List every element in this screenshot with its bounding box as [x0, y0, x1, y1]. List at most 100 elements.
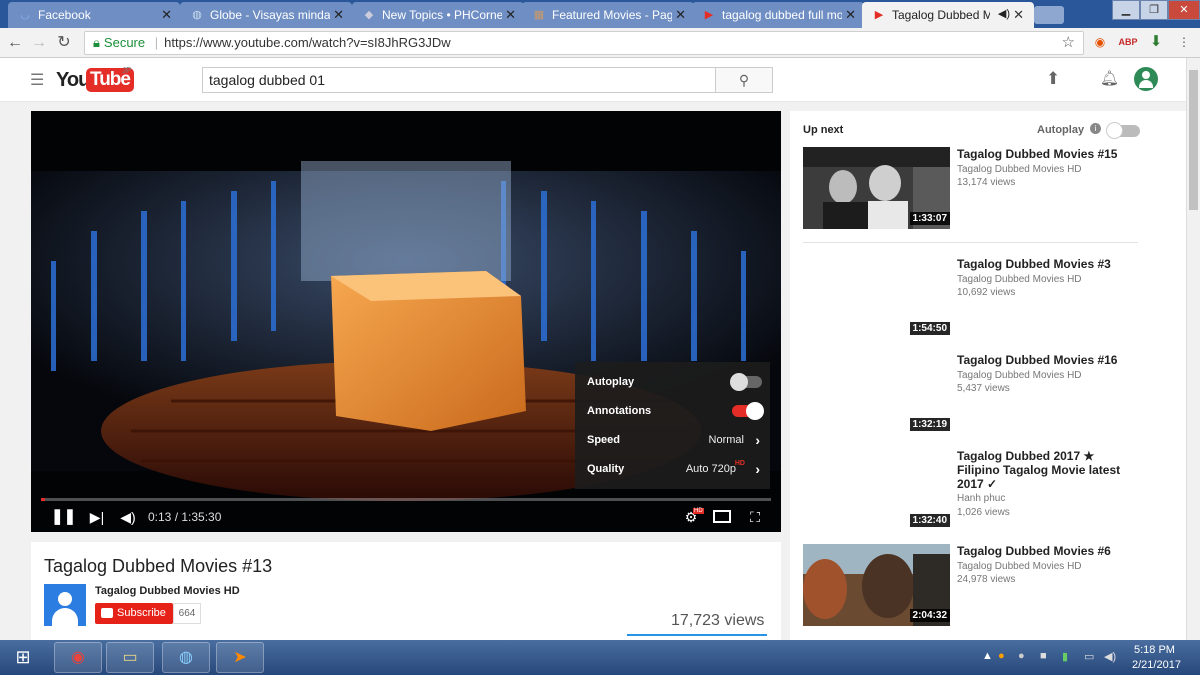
video-thumbnail[interactable]: 1:33:07 [803, 147, 950, 229]
tab-facebook[interactable]: ◡ Facebook ✕ [8, 2, 180, 28]
extension-adblock-icon[interactable]: ABP [1118, 32, 1138, 52]
settings-autoplay-row[interactable]: Autoplay [587, 371, 762, 393]
theater-mode-icon[interactable] [713, 510, 731, 523]
tray-expand-icon[interactable]: ▲ [982, 650, 993, 662]
pause-icon[interactable]: ❚❚ [51, 507, 76, 527]
video-title[interactable]: Tagalog Dubbed Movies #15 [957, 147, 1132, 161]
fullscreen-icon[interactable]: ⛶ [744, 507, 766, 527]
taskbar-app[interactable]: ➤ [216, 642, 264, 673]
channel-avatar[interactable] [44, 584, 86, 626]
view-count: 10,692 views [957, 287, 1016, 298]
taskbar-internet-explorer[interactable]: ◍ [162, 642, 210, 673]
video-title[interactable]: Tagalog Dubbed Movies #3 [957, 257, 1132, 271]
tab-phcorner[interactable]: ◆ New Topics • PHCorner ✕ [352, 2, 524, 28]
list-item[interactable]: 1:33:07 Tagalog Dubbed Movies #15 Tagalo… [803, 147, 1173, 237]
channel-name[interactable]: Tagalog Dubbed Movies HD [95, 585, 240, 597]
settings-speed-label: Speed [587, 434, 621, 446]
subscribe-label: Subscribe [117, 607, 166, 619]
tab-youtube-search[interactable]: ▶ tagalog dubbed full mo ✕ [692, 2, 864, 28]
network-icon[interactable]: ▮ [1062, 650, 1068, 663]
volume-icon[interactable]: ◀) [1104, 650, 1116, 663]
video-thumbnail[interactable]: 1:32:19 [803, 353, 950, 435]
next-icon[interactable]: ▶| [87, 507, 107, 527]
info-icon[interactable]: i [1090, 123, 1101, 134]
new-tab-button[interactable] [1034, 6, 1064, 24]
search-button[interactable]: ⚲ [715, 67, 773, 93]
taskbar-clock-date[interactable]: 2/21/2017 [1132, 659, 1181, 671]
video-info-panel: Tagalog Dubbed Movies #13 Tagalog Dubbed… [31, 542, 781, 642]
tab-title: Featured Movies - Page [552, 8, 672, 22]
close-icon[interactable]: ✕ [161, 7, 172, 23]
list-item[interactable]: 1:32:40 Tagalog Dubbed 2017 ★ Filipino T… [803, 449, 1173, 531]
view-count: 1,026 views [957, 507, 1010, 518]
video-title[interactable]: Tagalog Dubbed Movies #16 [957, 353, 1132, 367]
notifications-bell-icon[interactable]: 🔔︎ [1100, 69, 1119, 87]
scrollbar-thumb[interactable] [1189, 70, 1198, 210]
close-icon[interactable]: ✕ [333, 7, 344, 23]
close-icon[interactable]: ✕ [675, 7, 686, 23]
subscriber-count: 664 [173, 603, 201, 624]
settings-quality-row[interactable]: Quality Auto 720p HD › [587, 458, 762, 480]
chrome-icon: ◉ [71, 649, 85, 666]
browser-toolbar: ← → ↻ 🔒︎ Secure | https://www.youtube.com/… [0, 28, 1200, 58]
reload-icon[interactable]: ↻ [53, 32, 75, 54]
tray-app-icon[interactable]: ■ [1040, 650, 1047, 662]
close-window-button[interactable]: ✕ [1168, 0, 1200, 20]
bookmark-star-icon[interactable]: ☆ [1062, 32, 1075, 54]
volume-icon[interactable]: ◀) [117, 507, 139, 527]
minimize-button[interactable]: ▁ [1112, 0, 1140, 20]
maximize-button[interactable]: ❐ [1140, 0, 1168, 20]
tray-app-icon[interactable]: ● [998, 650, 1005, 662]
settings-annotations-row[interactable]: Annotations [587, 400, 764, 422]
back-icon[interactable]: ← [4, 32, 26, 54]
settings-annotations-label: Annotations [587, 405, 652, 417]
address-bar[interactable]: 🔒︎ Secure | https://www.youtube.com/watch?… [84, 31, 1084, 55]
list-item[interactable]: 1:54:50 Tagalog Dubbed Movies #3 Tagalog… [803, 257, 1173, 339]
list-item[interactable]: 1:32:19 Tagalog Dubbed Movies #16 Tagalo… [803, 353, 1173, 435]
autoplay-toggle[interactable] [730, 373, 762, 391]
taskbar-clock-time[interactable]: 5:18 PM [1134, 644, 1175, 656]
up-next-sidebar: Up next Autoplay i 1:33:07 Tagalog Dubbe… [790, 111, 1186, 641]
youtube-logo-you[interactable]: You [56, 69, 90, 92]
video-thumbnail[interactable]: 2:04:32 [803, 544, 950, 626]
send-icon: ➤ [233, 649, 247, 666]
tab-title: Globe - Visayas mindana [210, 8, 330, 22]
search-input[interactable]: tagalog dubbed 01 [202, 67, 716, 93]
annotations-toggle[interactable] [732, 402, 764, 420]
video-thumbnail[interactable]: 1:54:50 [803, 257, 950, 339]
video-thumbnail[interactable]: 1:32:40 [803, 449, 950, 531]
tab-featured-movies[interactable]: ▦ Featured Movies - Page ✕ [522, 2, 694, 28]
forward-icon[interactable]: → [28, 32, 50, 54]
taskbar-explorer[interactable]: ▭ [106, 642, 154, 673]
close-icon[interactable]: ✕ [1013, 7, 1024, 23]
view-count: 5,437 views [957, 383, 1010, 394]
subscribe-button[interactable]: Subscribe [95, 603, 173, 624]
hamburger-menu-icon[interactable]: ☰ [30, 70, 44, 90]
video-duration: 1:32:19 [909, 418, 950, 431]
page-scrollbar[interactable] [1186, 58, 1200, 640]
close-icon[interactable]: ✕ [505, 7, 516, 23]
view-count: 24,978 views [957, 574, 1016, 585]
list-item[interactable]: 2:04:32 Tagalog Dubbed Movies #6 Tagalog… [803, 544, 1173, 626]
start-button[interactable]: ⊞ [0, 640, 46, 675]
tray-app-icon[interactable]: ● [1018, 650, 1025, 662]
progress-bar[interactable] [41, 498, 771, 501]
monitor-icon[interactable]: ▭ [1084, 650, 1094, 663]
tab-title: New Topics • PHCorner [382, 8, 502, 22]
taskbar-chrome[interactable]: ◉ [54, 642, 102, 673]
channel-name: Tagalog Dubbed Movies HD [957, 370, 1082, 381]
tab-youtube-current[interactable]: ▶ Tagalog Dubbed Mov ✕ ◀) [862, 2, 1034, 28]
extension-opera-icon[interactable]: ◉ [1090, 32, 1110, 52]
settings-speed-row[interactable]: Speed Normal › [587, 429, 762, 451]
menu-icon[interactable]: ⋮ [1174, 32, 1194, 52]
upload-icon[interactable]: ⬆ [1046, 69, 1060, 89]
video-player[interactable]: Autoplay Annotations Speed Normal › Qual… [31, 111, 781, 532]
tab-globe[interactable]: ◍ Globe - Visayas mindana ✕ [180, 2, 352, 28]
video-title[interactable]: Tagalog Dubbed 2017 ★ Filipino Tagalog M… [957, 449, 1132, 491]
download-extension-icon[interactable]: ⬇ [1146, 32, 1166, 52]
close-icon[interactable]: ✕ [845, 7, 856, 23]
video-title[interactable]: Tagalog Dubbed Movies #6 [957, 544, 1132, 558]
globe-icon: ◍ [179, 649, 193, 666]
avatar[interactable] [1134, 67, 1158, 91]
sidebar-autoplay-toggle[interactable] [1106, 122, 1140, 139]
